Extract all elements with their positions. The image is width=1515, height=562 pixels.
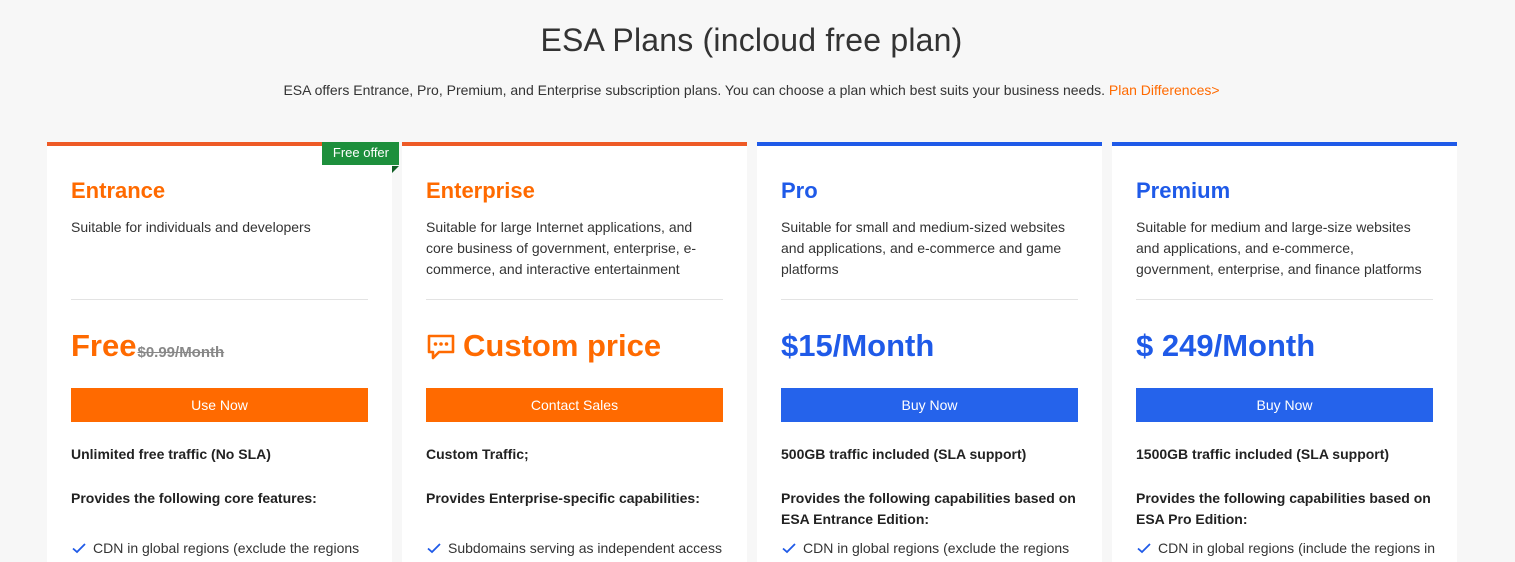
plan-price: $ 249/Month [1136,328,1315,364]
plan-card-enterprise: Enterprise Suitable for large Internet a… [402,142,747,562]
traffic-info: 1500GB traffic included (SLA support) [1136,446,1390,462]
plan-price: $15/Month [781,328,934,364]
price-value: $15/Month [781,328,935,363]
plan-description: Suitable for small and medium-sized webs… [781,219,1066,277]
plan-card-entrance: Free offer Entrance Suitable for individ… [47,142,399,562]
free-offer-badge: Free offer [321,142,399,165]
traffic-info: 500GB traffic included (SLA support) [781,446,1027,462]
divider [781,299,1078,300]
price-value: Free [71,328,137,363]
check-icon [1137,543,1151,554]
use-now-button[interactable]: Use Now [71,388,368,422]
plan-price: Custom price [426,328,661,364]
feature-text: CDN in global regions (exclude the regio… [803,540,1070,556]
feature-text: CDN in global regions (exclude the regio… [93,540,360,556]
plan-description: Suitable for medium and large-size websi… [1136,219,1422,277]
feature-item: Subdomains serving as independent access [426,540,723,556]
divider [426,299,723,300]
old-price: $0.99/Month [137,344,225,361]
plan-description: Suitable for individuals and developers [71,219,311,235]
check-icon [72,543,86,554]
buy-now-button[interactable]: Buy Now [781,388,1078,422]
badge-fold [392,166,399,173]
traffic-info: Custom Traffic; [426,446,529,462]
divider [71,299,368,300]
features-heading: Provides the following capabilities base… [781,490,1076,527]
chat-bubble-icon [427,334,455,360]
price-value: Custom price [463,328,662,363]
features-heading: Provides the following core features: [71,490,317,506]
feature-text: Subdomains serving as independent access [448,540,722,556]
price-value: $ 249/Month [1136,328,1316,363]
page-subtitle: ESA offers Entrance, Pro, Premium, and E… [0,82,1503,98]
feature-item: CDN in global regions (include the regio… [1136,540,1436,556]
page-title: ESA Plans (incloud free plan) [540,22,963,58]
plan-card-premium: Premium Suitable for medium and large-si… [1112,142,1457,562]
plan-name: Pro [781,178,818,203]
feature-text: CDN in global regions (include the regio… [1158,540,1436,556]
plan-differences-link[interactable]: Plan Differences> [1109,82,1220,98]
feature-item: CDN in global regions (exclude the regio… [781,540,1078,556]
contact-sales-button[interactable]: Contact Sales [426,388,723,422]
divider [1136,299,1433,300]
features-heading: Provides the following capabilities base… [1136,490,1431,527]
plan-card-pro: Pro Suitable for small and medium-sized … [757,142,1102,562]
plan-name: Enterprise [426,178,535,203]
plan-price: Free $0.99/Month [71,328,224,364]
features-heading: Provides Enterprise-specific capabilitie… [426,490,700,506]
subtitle-text: ESA offers Entrance, Pro, Premium, and E… [283,82,1105,98]
plan-description: Suitable for large Internet applications… [426,219,697,277]
feature-item: CDN in global regions (exclude the regio… [71,540,368,556]
plan-name: Premium [1136,178,1231,203]
plan-name: Entrance [71,178,166,203]
buy-now-button[interactable]: Buy Now [1136,388,1433,422]
traffic-info: Unlimited free traffic (No SLA) [71,446,271,462]
check-icon [427,543,441,554]
check-icon [782,543,796,554]
